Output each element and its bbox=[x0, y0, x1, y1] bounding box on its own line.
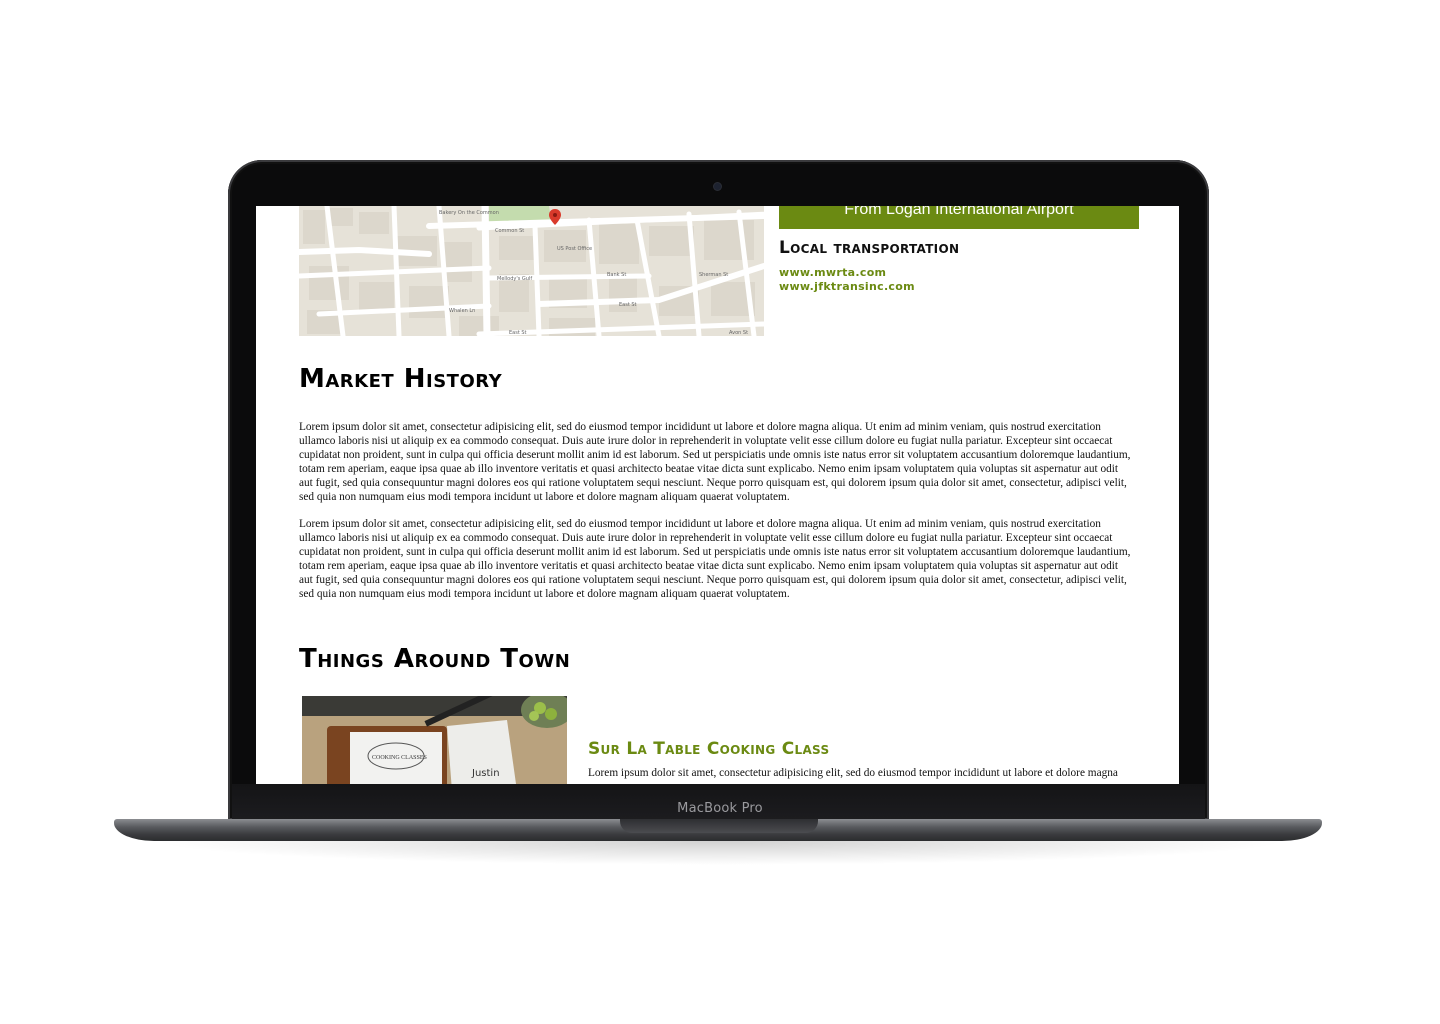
svg-text:Mellody's Gulf: Mellody's Gulf bbox=[497, 276, 532, 282]
svg-text:Avon St: Avon St bbox=[729, 330, 748, 336]
svg-text:Sherman St: Sherman St bbox=[699, 272, 728, 278]
cooking-class-image: COOKING CLASSES Justin bbox=[302, 696, 567, 784]
market-history-paragraph-1: Lorem ipsum dolor sit amet, consectetur … bbox=[299, 421, 1131, 503]
svg-text:Whalen Ln: Whalen Ln bbox=[449, 308, 475, 314]
photo-card-text: COOKING CLASSES bbox=[372, 755, 427, 761]
svg-text:East St: East St bbox=[619, 302, 637, 308]
map-graphic: Common St Bakery On the Common Mellody's… bbox=[299, 206, 764, 336]
jfktransinc-link[interactable]: www.jfktransinc.com bbox=[779, 280, 915, 293]
laptop-mockup: Common St Bakery On the Common Mellody's… bbox=[0, 0, 1440, 1024]
svg-text:Bakery On the Common: Bakery On the Common bbox=[439, 210, 499, 216]
svg-text:East St: East St bbox=[509, 330, 527, 336]
things-around-town-title: Things Around Town bbox=[299, 644, 571, 674]
web-page-screen: Common St Bakery On the Common Mellody's… bbox=[256, 206, 1179, 784]
laptop-opening-notch bbox=[620, 819, 818, 833]
mwrta-link[interactable]: www.mwrta.com bbox=[779, 266, 886, 279]
cooking-class-photo[interactable]: COOKING CLASSES Justin bbox=[302, 696, 567, 784]
market-history-paragraph-2: Lorem ipsum dolor sit amet, consectetur … bbox=[299, 518, 1131, 600]
local-transportation-title: Local transportation bbox=[779, 238, 960, 258]
camera-icon bbox=[714, 183, 721, 190]
sur-la-table-description: Lorem ipsum dolor sit amet, consectetur … bbox=[588, 767, 1118, 779]
market-history-title: Market History bbox=[299, 364, 503, 394]
logan-airport-button[interactable]: From Logan International Airport bbox=[779, 206, 1139, 229]
macbook-pro-label: MacBook Pro bbox=[677, 801, 763, 816]
location-map[interactable]: Common St Bakery On the Common Mellody's… bbox=[299, 206, 764, 336]
sur-la-table-title[interactable]: Sur La Table Cooking Class bbox=[588, 739, 829, 759]
laptop-shadow bbox=[150, 841, 1290, 865]
photo-nametag-text: Justin bbox=[471, 768, 500, 779]
svg-text:Bank St: Bank St bbox=[607, 272, 626, 278]
map-label-common-st: Common St bbox=[495, 228, 524, 234]
svg-text:US Post Office: US Post Office bbox=[557, 246, 592, 252]
